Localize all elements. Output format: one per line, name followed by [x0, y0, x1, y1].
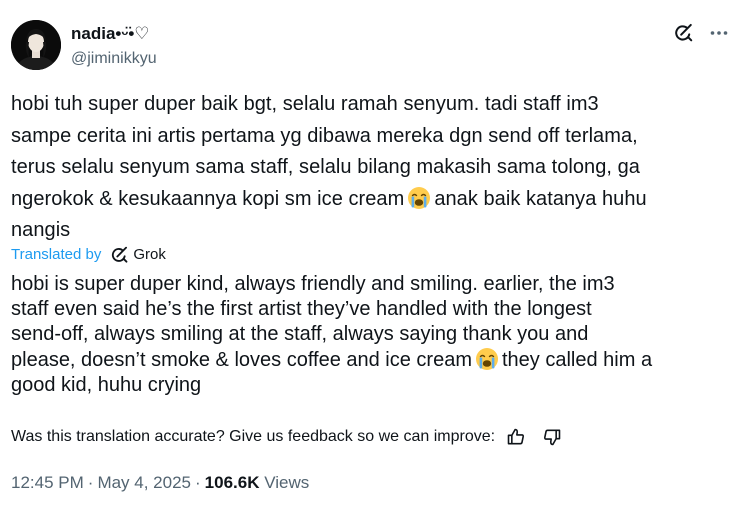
grok-icon: [109, 245, 129, 265]
header-actions: [671, 21, 731, 45]
tweet-card: nadia•ᵕ̈•♡ @jiminikkyu hobi tuh super du…: [0, 0, 743, 506]
views-count[interactable]: 106.6K: [205, 473, 260, 492]
thumbs-up-icon[interactable]: [505, 426, 527, 448]
translation-line: staff even said he’s the first artist th…: [11, 298, 592, 320]
translated-by-row: Translated by Grok: [11, 245, 166, 265]
more-icon[interactable]: [707, 21, 731, 45]
translation-line: please, doesn’t smoke & loves coffee and…: [11, 347, 731, 373]
loudly-crying-face-emoji: [407, 186, 431, 210]
translation-line: hobi is super duper kind, always friendl…: [11, 273, 615, 295]
tweet-line: sampe cerita ini artis pertama yg dibawa…: [11, 124, 638, 147]
translation-line-segment: they called him a: [502, 349, 653, 371]
tweet-text: hobi tuh super duper baik bgt, selalu ra…: [11, 89, 731, 247]
meta-separator: ·: [87, 473, 94, 492]
tweet-line-segment: ngerokok & kesukaannya kopi sm ice cream: [11, 187, 405, 210]
translation-line: send-off, always smiling at the staff, a…: [11, 323, 589, 345]
grok-icon[interactable]: [671, 21, 695, 45]
translation-text: hobi is super duper kind, always friendl…: [11, 272, 731, 398]
loudly-crying-face-emoji: [475, 347, 499, 371]
tweet-line-segment: anak baik katanya huhu: [434, 187, 647, 210]
translation-line: good kid, huhu crying: [11, 374, 202, 396]
thumbs-down-icon[interactable]: [541, 426, 563, 448]
tweet-line: ngerokok & kesukaannya kopi sm ice cream…: [11, 184, 731, 216]
tweet-line: nangis: [11, 219, 71, 241]
translation-provider: Grok: [133, 246, 166, 263]
views-label[interactable]: Views: [264, 473, 309, 492]
author-names: nadia•ᵕ̈•♡ @jiminikkyu: [71, 24, 157, 69]
tweet-line: hobi tuh super duper baik bgt, selalu ra…: [11, 93, 599, 115]
translation-line-segment: please, doesn’t smoke & loves coffee and…: [11, 349, 472, 371]
tweet-header: nadia•ᵕ̈•♡ @jiminikkyu: [11, 19, 731, 73]
tweet-line: terus selalu senyum sama staff, selalu b…: [11, 156, 640, 178]
meta-separator: ·: [195, 473, 201, 492]
display-name[interactable]: nadia•ᵕ̈•♡: [71, 24, 157, 44]
tweet-date[interactable]: May 4, 2025: [97, 473, 191, 492]
translated-by-link[interactable]: Translated by: [11, 245, 101, 265]
user-handle[interactable]: @jiminikkyu: [71, 49, 157, 69]
tweet-time[interactable]: 12:45 PM: [11, 473, 84, 492]
avatar[interactable]: [11, 20, 61, 70]
tweet-meta: 12:45 PM · May 4, 2025 · 106.6K Views: [11, 472, 309, 494]
translation-feedback: Was this translation accurate? Give us f…: [11, 426, 731, 448]
feedback-prompt: Was this translation accurate? Give us f…: [11, 428, 496, 445]
